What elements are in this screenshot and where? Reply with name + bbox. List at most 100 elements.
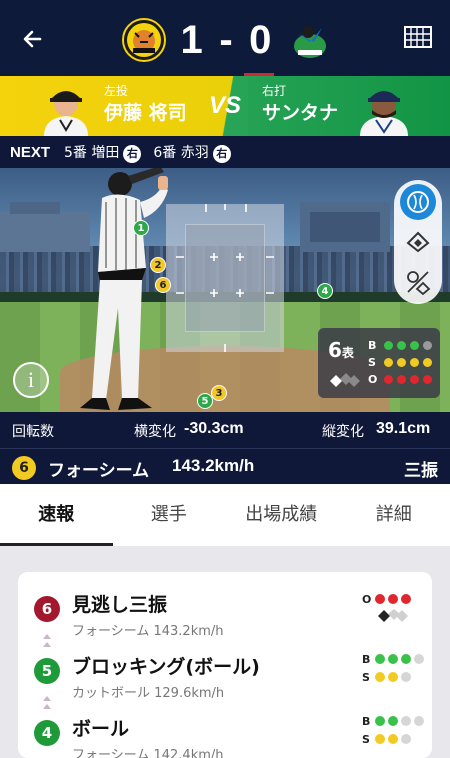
ball-dot [375,654,385,664]
pitch-marker-2[interactable]: 2 [150,257,166,273]
tab-players[interactable]: 選手 [113,484,226,546]
out-dot [384,374,393,384]
strike-dot [388,734,398,744]
out-dot [423,374,432,384]
event-count: B S [362,712,424,748]
back-arrow-icon[interactable] [18,24,48,54]
ball-dot-empty [401,716,411,726]
event-number-badge: 6 [34,596,60,622]
strike-label: S [362,732,370,746]
score-separator: - [219,17,235,62]
pitch-marker-4[interactable]: 4 [317,283,333,299]
event-out-row: O [362,590,416,608]
strike-dot [375,672,385,682]
pitcher-hand: 左投 [104,84,129,98]
out-dot [401,594,411,604]
pitch-marker-3[interactable]: 3 [211,385,227,401]
strike-dot [375,734,385,744]
view-controls [394,180,442,304]
pitcher-name[interactable]: 伊藤 将司 [104,98,187,125]
field-icon [406,231,430,253]
tab-bar: 速報 選手 出場成績 詳細 [0,484,450,546]
ball-icon [407,191,429,213]
strike-count-row: S [368,355,432,369]
field-view-button[interactable] [400,224,436,260]
batter-avatar[interactable] [356,80,412,136]
horizontal-break-value: -30.3cm [184,420,244,437]
tiger-emblem-icon [127,23,161,57]
event-ball-row: B [362,712,424,730]
tab-live[interactable]: 速報 [0,484,113,546]
pitch-marker-1[interactable]: 1 [133,220,149,236]
event-pitch: フォーシーム 143.2km/h [72,624,224,639]
home-score: 1 [180,17,205,62]
out-dot [375,594,385,604]
event-title: ボール [72,718,130,740]
strike-dot [384,357,393,367]
ball-dot [375,716,385,726]
event-strike-row: S [362,668,424,686]
horizontal-break-label: 横変化 [134,424,176,440]
inning-number: 6 [328,338,342,362]
ball-view-button[interactable] [400,184,436,220]
pitch-speed: 143.2km/h [172,456,255,475]
list-item[interactable]: 5 ブロッキング(ボール) カットボール 129.6km/h B S [18,648,432,708]
strike-label: S [368,355,376,369]
vertical-break-value: 39.1cm [376,420,431,437]
ball-label: B [362,714,371,728]
away-score: 0 [249,17,274,62]
next-label: NEXT [10,143,51,161]
batter-name[interactable]: サンタナ [262,98,338,125]
next-batter-1-hand: 右 [123,144,142,163]
event-number-badge: 4 [34,720,60,746]
tigers-logo [122,18,166,62]
tab-details[interactable]: 詳細 [338,484,450,546]
strike-dot [388,672,398,682]
current-pitch-bar: 6 フォーシーム 143.2km/h 三振 [0,448,450,484]
ball-dot [401,654,411,664]
strike-zone-grid [176,204,274,352]
info-icon[interactable]: i [13,362,49,398]
swallows-logo [287,18,332,62]
list-item[interactable]: 6 見逃し三振 フォーシーム 143.2km/h O [18,586,432,646]
ball-dot [410,340,419,350]
inning-half: 表 [341,346,354,360]
out-count-row: O [368,372,432,386]
strike-dot-empty [401,734,411,744]
next-batter-2-hand: 右 [212,144,231,163]
next-batter-2[interactable]: 6番 赤羽右 [153,142,231,163]
out-dot [410,374,419,384]
pitch-stats-bar: 回転数 横変化 -30.3cm 縦変化 39.1cm [0,412,450,448]
next-batter-2-name: 6番 赤羽 [153,144,209,161]
batter-hand: 右打 [262,84,287,98]
list-item[interactable]: 4 ボール フォーシーム 142.4km/h B S [18,710,432,758]
play-by-play-card: 6 見逃し三振 フォーシーム 143.2km/h O 5 ブロッキング(ボール) [18,572,432,758]
ball-dot-empty [423,340,432,350]
event-ball-row: B [362,650,424,668]
out-dot [397,374,406,384]
pitch-marker-6[interactable]: 6 [155,277,171,293]
event-title: ブロッキング(ボール) [72,656,260,678]
bases-diamond-icon [330,373,360,387]
event-pitch: フォーシーム 142.4km/h [72,748,224,758]
ball-dot [397,340,406,350]
ball-count-row: B [368,338,432,352]
ball-dot [388,716,398,726]
pitch-number-badge: 6 [12,456,36,480]
event-title: 見逃し三振 [72,594,168,616]
count-display: 6表 B S O [318,328,440,398]
matchup-banner: 左投 伊藤 将司 VS 右打 サンタナ [0,76,450,136]
tab-lineup-stats[interactable]: 出場成績 [225,484,338,546]
scoreboard: 1 - 0 [122,14,332,66]
split-view-button[interactable] [400,264,436,300]
next-batter-1[interactable]: 5番 増田右 [64,142,142,163]
event-strike-row: S [362,730,424,748]
score-header: 1 - 0 [0,0,450,76]
pitch-marker-5[interactable]: 5 [197,393,213,409]
event-number-badge: 5 [34,658,60,684]
strike-dot-empty [401,672,411,682]
out-label: O [368,372,378,386]
pitcher-avatar[interactable] [38,80,94,136]
scoreboard-grid-icon[interactable] [404,26,432,48]
ball-dot-empty [414,716,424,726]
